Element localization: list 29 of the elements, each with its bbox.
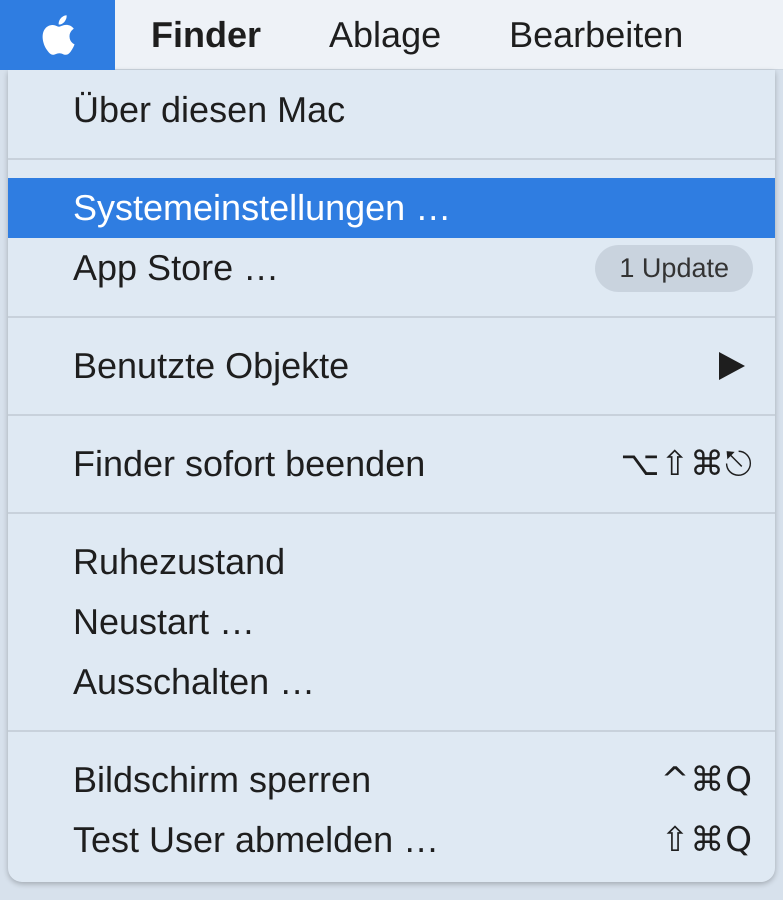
menu-item-label: Ausschalten … <box>73 661 316 703</box>
menu-bar-item[interactable]: Ablage <box>325 14 446 56</box>
menu-item-label: Test User abmelden … <box>73 819 440 861</box>
menu-item[interactable]: Benutzte Objekte <box>8 336 775 396</box>
menu-item-label: Neustart … <box>73 601 256 643</box>
menu-item-label: Finder sofort beenden <box>73 443 426 485</box>
apple-logo-icon <box>40 14 76 56</box>
menu-item[interactable]: Ruhezustand <box>8 532 775 592</box>
menu-item[interactable]: Finder sofort beenden ⌥⇧⌘⎋ <box>8 434 775 494</box>
menu-item[interactable]: Bildschirm sperren ^⌘Q <box>8 750 775 810</box>
menu-item-label: Benutzte Objekte <box>73 345 350 387</box>
menu-bar-item[interactable]: Finder <box>147 14 266 56</box>
menu-item-label: App Store … <box>73 247 280 289</box>
update-badge: 1 Update <box>595 244 753 292</box>
keyboard-shortcut: ^⌘Q <box>660 760 753 800</box>
keyboard-shortcut: ⌥⇧⌘⎋ <box>620 444 753 484</box>
menu-item[interactable]: Neustart … <box>8 592 775 652</box>
keyboard-shortcut: ⇧⌘Q <box>660 820 753 860</box>
apple-menu-button[interactable] <box>0 0 115 70</box>
menu-item[interactable]: Test User abmelden … ⇧⌘Q <box>8 810 775 870</box>
menu-item[interactable]: Ausschalten … <box>8 652 775 712</box>
menu-item-label: Systemeinstellungen … <box>73 187 452 229</box>
menu-item-label: Über diesen Mac <box>73 89 346 131</box>
menu-item-label: Bildschirm sperren <box>73 759 372 801</box>
menu-item-label: Ruhezustand <box>73 541 286 583</box>
menu-bar-item[interactable]: Bearbeiten <box>505 14 688 56</box>
menu-item[interactable]: Systemeinstellungen … <box>8 178 775 238</box>
menu-item[interactable]: App Store … 1 Update <box>8 238 775 298</box>
menu-item[interactable]: Über diesen Mac <box>8 80 775 140</box>
